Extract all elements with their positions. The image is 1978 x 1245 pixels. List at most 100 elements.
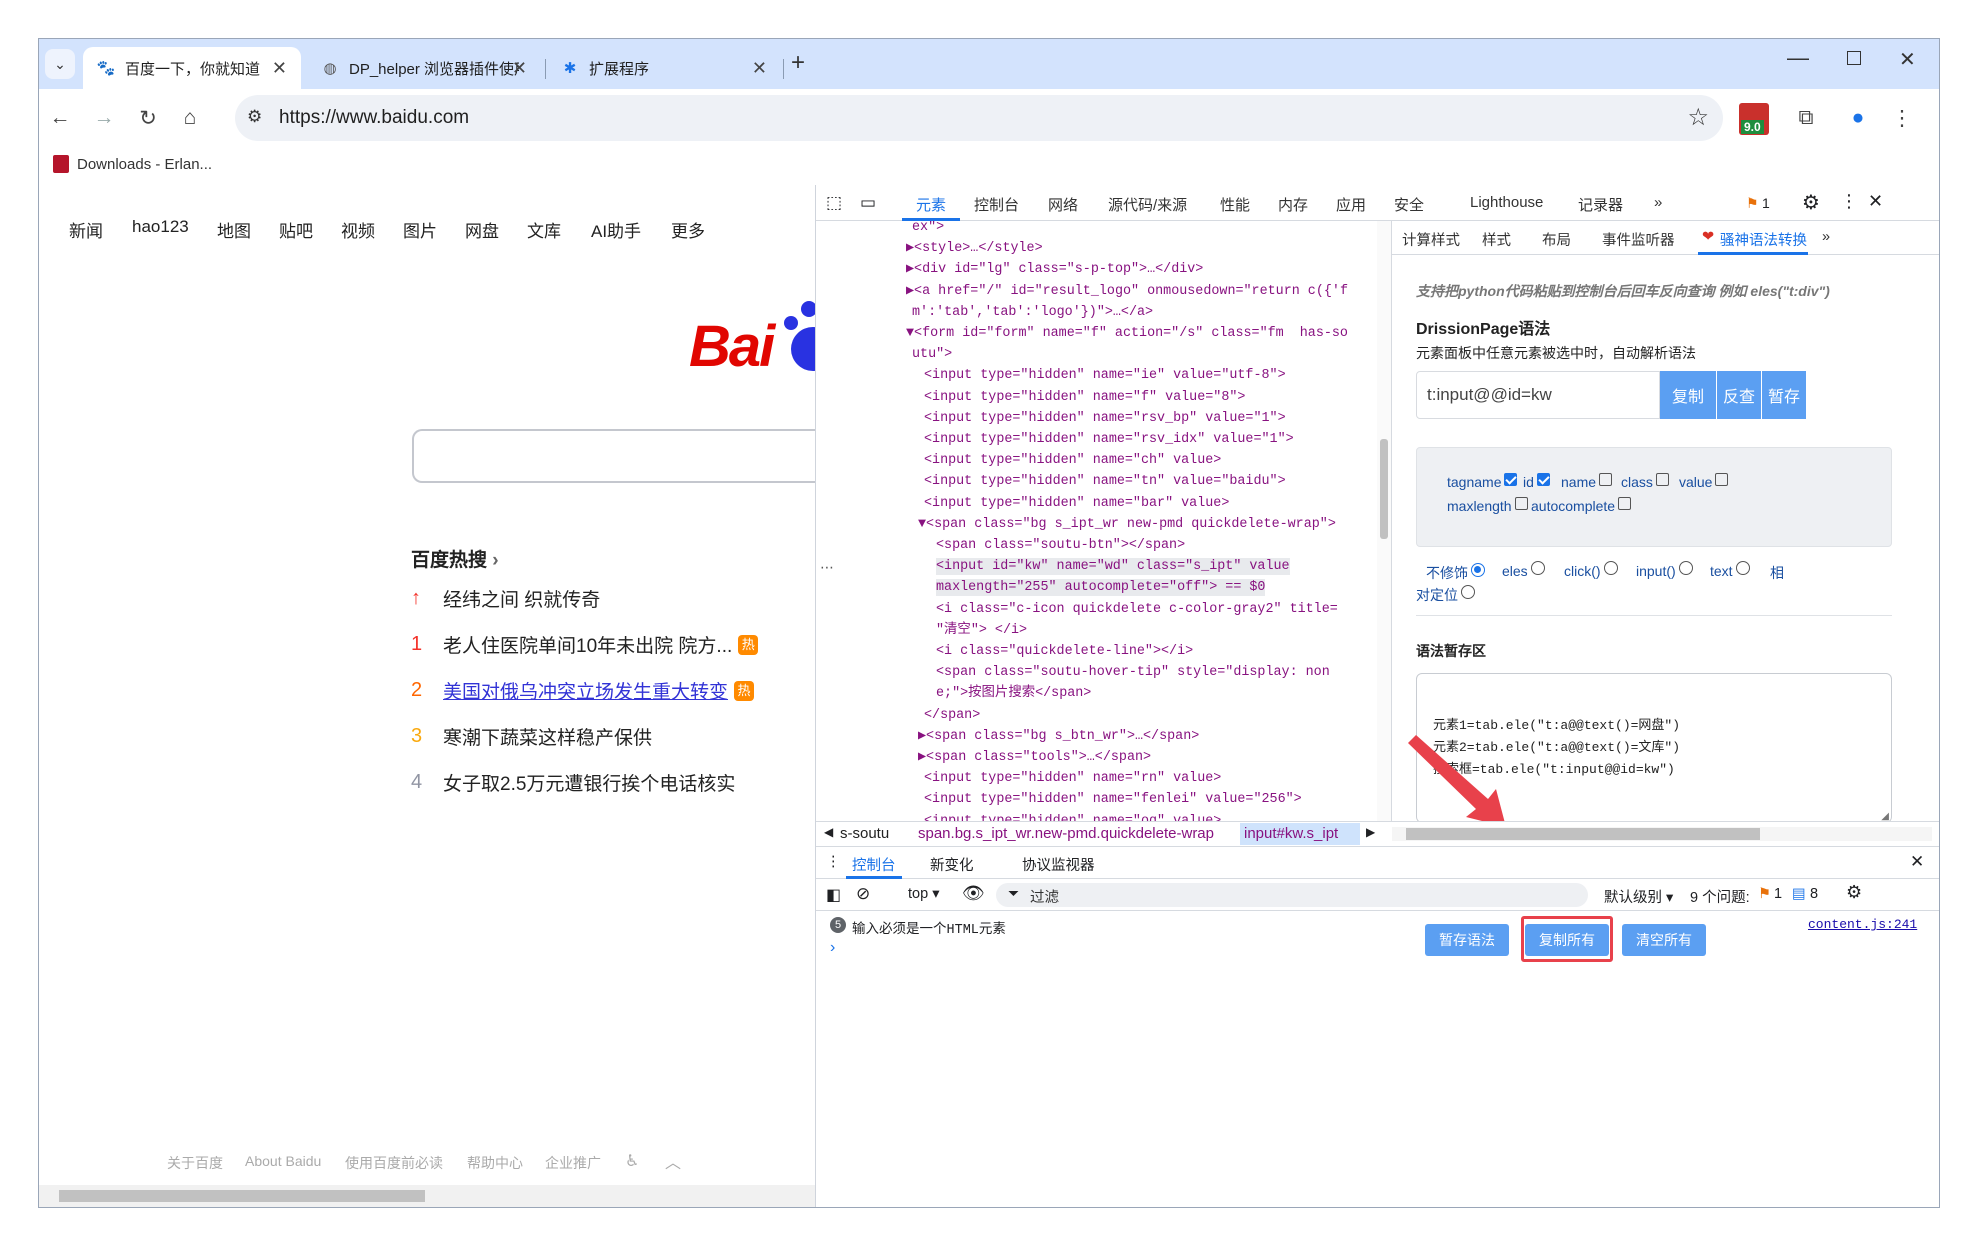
home-icon[interactable]: ⌂	[175, 103, 205, 133]
context-select[interactable]: top ▾	[908, 886, 939, 902]
resize-handle-icon[interactable]: ◢	[1881, 811, 1889, 821]
drawer-tab-console[interactable]: 控制台	[852, 854, 896, 875]
address-bar[interactable]: ⚙ https://www.baidu.com ☆	[235, 95, 1723, 141]
close-devtools-icon[interactable]: ✕	[1868, 191, 1883, 212]
dom-node-line[interactable]: ▶<span class="bg s_btn_wr">…</span>	[918, 728, 1199, 745]
search-input[interactable]	[412, 429, 815, 483]
tab-styles[interactable]: 样式	[1482, 229, 1511, 250]
horizontal-scrollbar[interactable]	[39, 1185, 815, 1207]
tab-dp-helper[interactable]: ◍ DP_helper 浏览器插件使用文档 ✕	[307, 47, 541, 89]
dom-node-line[interactable]: ▶<style>…</style>	[906, 240, 1043, 257]
profile-icon[interactable]: ●	[1843, 103, 1873, 133]
nav-tieba[interactable]: 贴吧	[279, 217, 313, 242]
minimize-icon[interactable]: —	[1787, 45, 1809, 71]
more-dots-icon[interactable]: ⋯	[820, 559, 834, 576]
nav-pan[interactable]: 网盘	[465, 217, 499, 242]
radio-click[interactable]: click()	[1564, 561, 1618, 579]
tab-lighthouse[interactable]: Lighthouse	[1470, 194, 1543, 211]
console-prompt-icon[interactable]: ›	[830, 939, 835, 957]
radio-input[interactable]: input()	[1636, 561, 1693, 579]
tab-elements[interactable]: 元素	[916, 194, 946, 215]
breadcrumb-item[interactable]: input#kw.s_ipt	[1240, 823, 1360, 845]
nav-more[interactable]: 更多	[671, 217, 705, 242]
drawer-tab-protocol[interactable]: 协议监视器	[1022, 854, 1095, 875]
tab-extensions[interactable]: ✱ 扩展程序 ✕	[547, 47, 781, 89]
hot-item[interactable]: 3 寒潮下蔬菜这样稳产保供	[411, 723, 652, 750]
drawer-tab-whats-new[interactable]: 新变化	[930, 854, 974, 875]
elements-scrollbar[interactable]	[1377, 221, 1391, 821]
tab-performance[interactable]: 性能	[1220, 194, 1250, 215]
nav-hao123[interactable]: hao123	[132, 217, 189, 237]
dom-node-line[interactable]: </span>	[924, 707, 980, 724]
scrollbar-thumb[interactable]	[59, 1190, 425, 1202]
dom-node-line[interactable]: m':'tab','tab':'logo'})">…</a>	[912, 304, 1153, 321]
radio-relative-a[interactable]: 相	[1770, 563, 1784, 583]
menu-dots-icon[interactable]: ⋮	[1840, 191, 1858, 212]
chevron-up-icon[interactable]: ︿	[665, 1149, 681, 1173]
radio-relative[interactable]: 对定位	[1416, 585, 1475, 605]
bookmark-item[interactable]: Downloads - Erlan...	[53, 155, 212, 173]
dom-node-line[interactable]: <input type="hidden" name="bar" value>	[924, 495, 1229, 512]
dom-node-line[interactable]: <input id="kw" name="wd" class="s_ipt" v…	[936, 558, 1290, 576]
dom-node-line[interactable]: ▼<span class="bg s_ipt_wr new-pmd quickd…	[918, 516, 1336, 533]
check-name[interactable]: name	[1561, 472, 1613, 490]
new-tab-icon[interactable]: +	[791, 49, 805, 77]
dom-node-line[interactable]: <i class="quickdelete-line"></i>	[936, 643, 1193, 660]
dom-node-line[interactable]: <input type="hidden" name="rn" value>	[924, 770, 1221, 787]
clear-all-button[interactable]: 清空所有	[1622, 924, 1706, 956]
chevron-right-icon[interactable]: ▶	[1366, 825, 1375, 839]
nav-news[interactable]: 新闻	[69, 217, 103, 242]
chevron-left-icon[interactable]: ◀	[824, 825, 833, 839]
tab-memory[interactable]: 内存	[1278, 194, 1308, 215]
reverse-lookup-button[interactable]: 反查	[1717, 371, 1761, 419]
check-tagname[interactable]: tagname	[1447, 472, 1518, 490]
more-tabs-icon[interactable]: »	[1654, 194, 1662, 211]
store-button[interactable]: 暂存	[1762, 371, 1806, 419]
maximize-icon[interactable]	[1847, 51, 1861, 65]
hot-item[interactable]: 1 老人住医院单间10年未出院 院方... 热	[411, 631, 759, 658]
tab-layout[interactable]: 布局	[1542, 229, 1571, 250]
check-id[interactable]: id	[1523, 472, 1550, 490]
copy-all-button[interactable]: 复制所有	[1525, 924, 1609, 956]
radio-eles[interactable]: eles	[1502, 561, 1545, 579]
side-scrollbar-track[interactable]	[1392, 827, 1932, 841]
star-icon[interactable]: ☆	[1687, 103, 1709, 132]
dom-node-line[interactable]: <input type="hidden" name="ie" value="ut…	[924, 367, 1286, 384]
dom-node-line[interactable]: ex">	[912, 221, 944, 236]
close-tab-icon[interactable]: ✕	[512, 58, 527, 79]
tab-dp-helper[interactable]: 骚神语法转换	[1720, 229, 1807, 250]
nav-video[interactable]: 视频	[341, 217, 375, 242]
dom-node-line[interactable]: ▶<span class="tools">…</span>	[918, 749, 1151, 766]
more-tabs-icon[interactable]: »	[1822, 229, 1830, 245]
inspect-element-icon[interactable]: ⬚	[826, 193, 842, 213]
nav-map[interactable]: 地图	[217, 217, 251, 242]
footer-link[interactable]: About Baidu	[245, 1153, 321, 1169]
nav-images[interactable]: 图片	[403, 217, 437, 242]
dom-node-line[interactable]: <input type="hidden" name="f" value="8">	[924, 389, 1245, 406]
breadcrumb-item[interactable]: s-soutu	[840, 825, 889, 842]
log-level-select[interactable]: 默认级别 ▾	[1604, 886, 1673, 907]
dom-node-line[interactable]: e;">按图片搜索</span>	[936, 685, 1091, 702]
breadcrumb-item[interactable]: span.bg.s_ipt_wr.new-pmd.quickdelete-wra…	[918, 825, 1214, 842]
nav-wenku[interactable]: 文库	[527, 217, 561, 242]
tab-security[interactable]: 安全	[1394, 194, 1424, 215]
dom-node-line[interactable]: ▶<div id="lg" class="s-p-top">…</div>	[906, 261, 1203, 278]
radio-text[interactable]: text	[1710, 561, 1750, 579]
dom-node-line[interactable]: <span class="soutu-hover-tip" style="dis…	[936, 664, 1330, 681]
dom-node-line[interactable]: maxlength="255" autocomplete="off"> == $…	[936, 579, 1266, 597]
dom-node-line[interactable]: <i class="c-icon quickdelete c-color-gra…	[936, 601, 1338, 618]
close-tab-icon[interactable]: ✕	[272, 58, 287, 79]
check-class[interactable]: class	[1621, 472, 1669, 490]
settings-gear-icon[interactable]: ⚙	[1802, 190, 1820, 215]
tab-event-listeners[interactable]: 事件监听器	[1602, 229, 1675, 250]
dom-node-line[interactable]: ▶<a href="/" id="result_logo" onmousedow…	[906, 283, 1348, 300]
check-value[interactable]: value	[1679, 472, 1729, 490]
dom-node-line[interactable]: utu">	[912, 346, 952, 363]
tab-recorder[interactable]: 记录器	[1578, 194, 1623, 215]
dom-node-line[interactable]: <input type="hidden" name="fenlei" value…	[924, 791, 1302, 808]
forward-icon[interactable]: →	[89, 103, 119, 133]
clear-console-icon[interactable]: ⊘	[856, 884, 870, 904]
puzzle-icon[interactable]: ⧉	[1791, 103, 1821, 133]
syntax-field[interactable]: t:input@@id=kw	[1416, 371, 1660, 419]
radio-plain[interactable]: 不修饰	[1426, 563, 1485, 583]
